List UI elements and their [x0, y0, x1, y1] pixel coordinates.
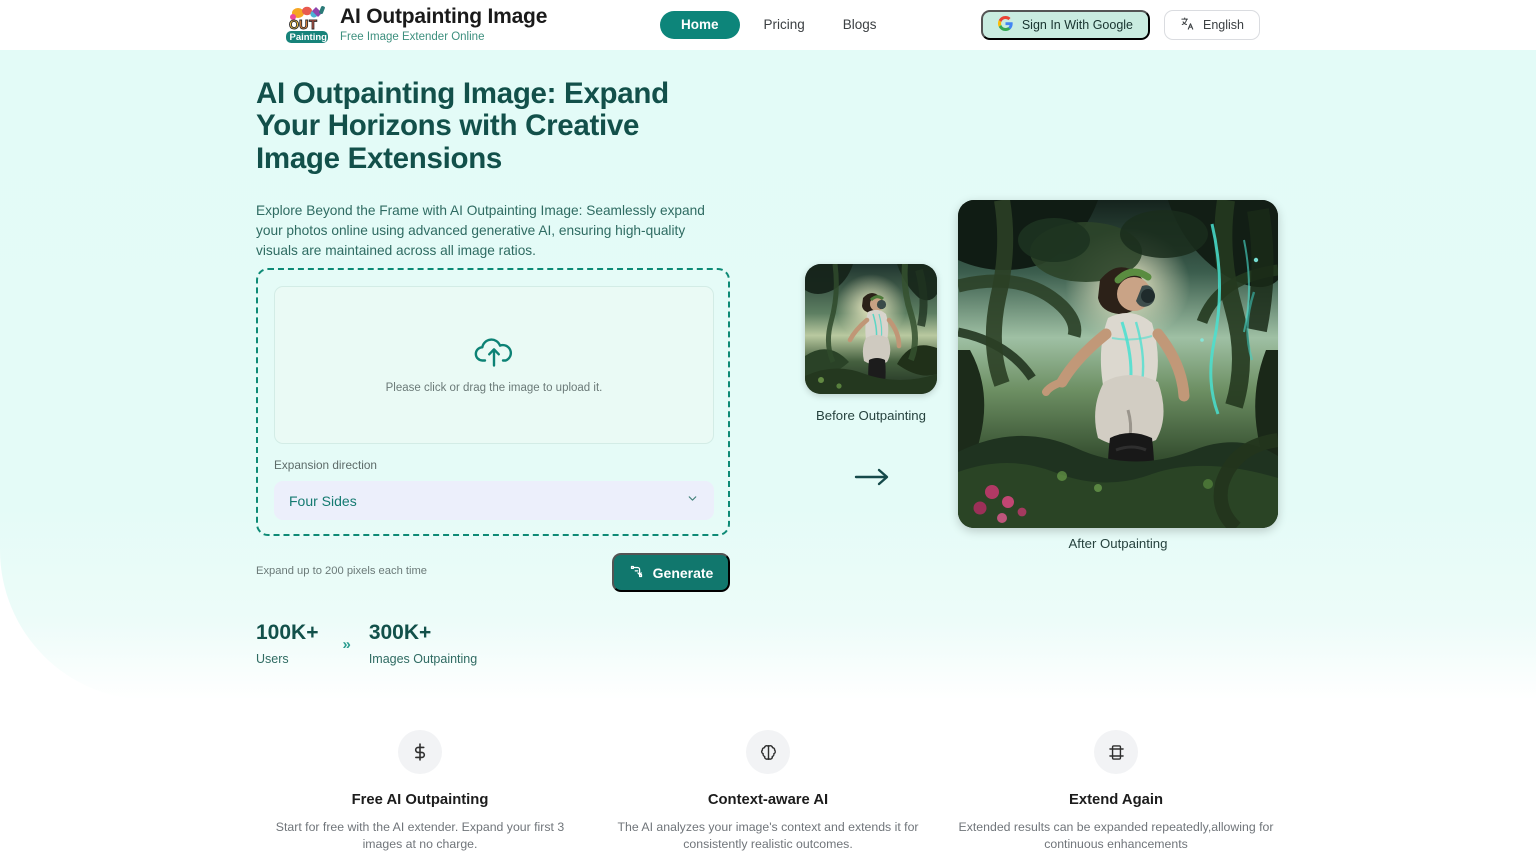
- expand-frame-icon: [1094, 730, 1138, 774]
- before-caption: Before Outpainting: [816, 408, 926, 423]
- feature-card-free: Free AI Outpainting Start for free with …: [246, 730, 594, 853]
- expand-limit-note: Expand up to 200 pixels each time: [256, 565, 428, 577]
- page-root: O U T Painting AI Outpainting Image Free…: [0, 0, 1536, 864]
- sign-in-with-google-button[interactable]: Sign In With Google: [980, 10, 1150, 40]
- hero-copy: AI Outpainting Image: Expand Your Horizo…: [256, 77, 736, 260]
- brand-title: AI Outpainting Image: [340, 5, 548, 28]
- google-g-icon: [997, 16, 1013, 34]
- language-selector-button[interactable]: English: [1164, 10, 1260, 40]
- image-dropzone[interactable]: Please click or drag the image to upload…: [274, 286, 714, 444]
- dollar-icon: [398, 730, 442, 774]
- stat-users-label: Users: [256, 652, 289, 666]
- generate-button[interactable]: Generate: [612, 553, 730, 592]
- main-nav: Home Pricing Blogs: [660, 11, 891, 39]
- upload-card: Please click or drag the image to upload…: [256, 268, 730, 536]
- stats-row: 100K+ Users » 300K+ Images Outpainting: [256, 620, 477, 666]
- svg-text:Painting: Painting: [290, 32, 328, 43]
- stat-users: 100K+ Users: [256, 620, 318, 666]
- after-image: [958, 200, 1278, 528]
- nav-item-blogs[interactable]: Blogs: [829, 11, 891, 39]
- before-after-showcase: Before Outpainting After Outpainting: [805, 198, 1305, 568]
- generate-label: Generate: [652, 564, 714, 581]
- nav-item-home[interactable]: Home: [660, 11, 740, 39]
- svg-text:T: T: [309, 17, 317, 32]
- feature-card-extend: Extend Again Extended results can be exp…: [942, 730, 1290, 853]
- sign-in-label: Sign In With Google: [1021, 18, 1133, 32]
- brand-logo-link[interactable]: O U T Painting AI Outpainting Image Free…: [285, 4, 547, 46]
- feature-description: The AI analyzes your image's context and…: [617, 820, 919, 851]
- brain-icon: [746, 730, 790, 774]
- dropzone-hint: Please click or drag the image to upload…: [385, 382, 603, 394]
- cloud-upload-icon: [474, 336, 514, 373]
- brand-text-block: AI Outpainting Image Free Image Extender…: [340, 5, 547, 45]
- stat-users-number: 100K+: [256, 621, 319, 644]
- arrow-right-icon: [854, 466, 890, 488]
- svg-text:U: U: [299, 17, 308, 32]
- expansion-direction-label: Expansion direction: [274, 458, 377, 472]
- magic-expand-icon: [629, 564, 644, 582]
- features-section: Free AI Outpainting Start for free with …: [0, 730, 1536, 853]
- feature-description: Extended results can be expanded repeate…: [958, 820, 1274, 851]
- after-caption: After Outpainting: [1068, 536, 1168, 551]
- site-header: O U T Painting AI Outpainting Image Free…: [0, 0, 1536, 50]
- stat-images-number: 300K+: [368, 621, 432, 644]
- page-title: AI Outpainting Image: Expand Your Horizo…: [256, 77, 669, 175]
- before-image: [805, 264, 937, 394]
- feature-title: Free AI Outpainting: [351, 792, 489, 808]
- feature-card-context: Context-aware AI The AI analyzes your im…: [594, 730, 942, 853]
- outpainting-logo-icon: O U T Painting: [285, 4, 331, 46]
- stat-images-label: Images Outpainting: [368, 652, 478, 666]
- header-actions: Sign In With Google English: [980, 10, 1260, 40]
- double-chevron-right-icon: »: [342, 636, 351, 653]
- hero-section: [0, 50, 1536, 700]
- language-label: English: [1203, 18, 1244, 32]
- stat-images: 300K+ Images Outpainting: [369, 620, 477, 666]
- nav-item-pricing[interactable]: Pricing: [750, 11, 819, 39]
- feature-title: Extend Again: [1069, 792, 1163, 808]
- expansion-direction-select[interactable]: Four Sides: [274, 481, 714, 520]
- hero-description: Explore Beyond the Frame with AI Outpain…: [256, 203, 705, 258]
- svg-text:O: O: [289, 17, 299, 32]
- expansion-direction-value: Four Sides: [289, 492, 357, 509]
- chevron-down-icon: [686, 492, 699, 510]
- brand-subtitle: Free Image Extender Online: [340, 31, 485, 43]
- translate-icon: [1180, 16, 1195, 34]
- feature-title: Context-aware AI: [707, 792, 829, 808]
- feature-description: Start for free with the AI extender. Exp…: [275, 820, 565, 851]
